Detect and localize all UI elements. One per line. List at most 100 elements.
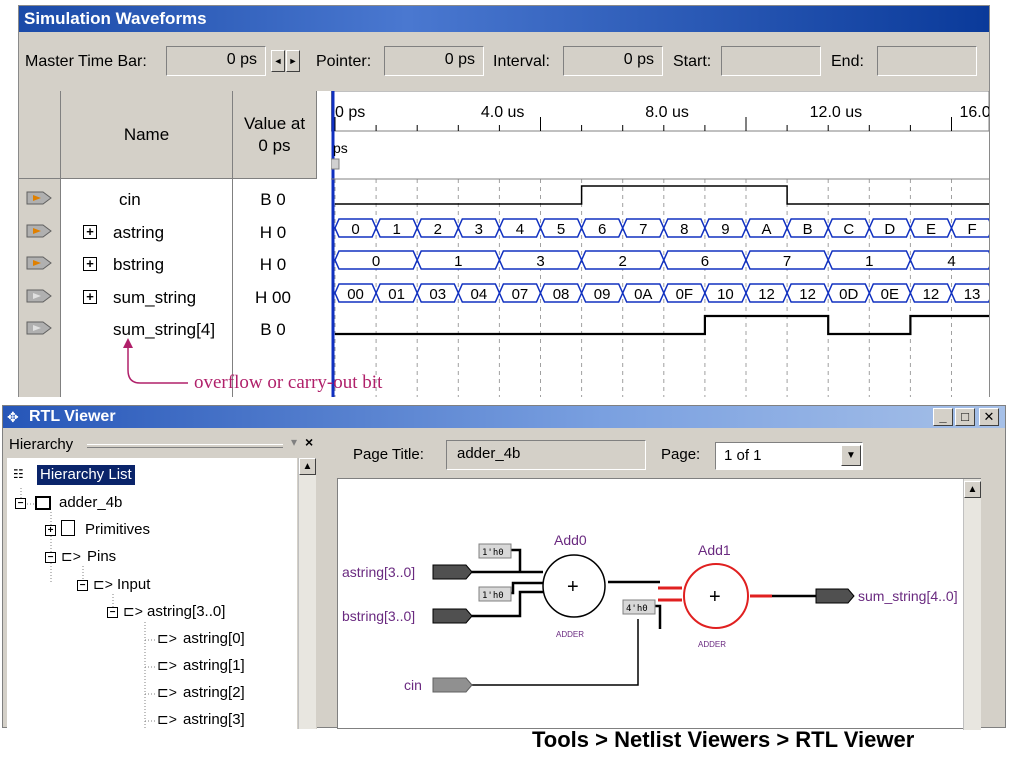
add0-plus-icon: + — [567, 576, 579, 598]
cursor-handle — [331, 158, 340, 170]
page-title-label: Page Title: — [353, 446, 424, 463]
tree-item-astring-3[interactable]: astring[3] — [183, 711, 245, 729]
pointer-field[interactable]: 0 ps — [384, 46, 484, 76]
schematic-scroll-up-button[interactable]: ▲ — [964, 481, 981, 498]
time-bar-right-button[interactable]: ► — [286, 50, 300, 72]
end-field[interactable] — [877, 46, 977, 76]
astring-net-label: astring[3..0] — [342, 564, 415, 580]
maximize-button[interactable]: □ — [955, 408, 975, 426]
add1-plus-icon: + — [709, 586, 721, 608]
const-label-c: 4'h0 — [626, 604, 648, 614]
tree-item-astring-0[interactable]: astring[0] — [183, 630, 245, 647]
signal-name[interactable]: sum_string — [113, 288, 196, 308]
sum-bus-value: 01 — [388, 286, 405, 303]
hierarchy-scrollbar[interactable]: ▲ — [298, 458, 316, 729]
add1-type-label: ADDER — [698, 640, 726, 649]
annotation-text: overflow or carry-out bit — [194, 372, 383, 393]
caption-text: Tools > Netlist Viewers > RTL Viewer — [532, 727, 915, 752]
page-dropdown-icon[interactable]: ▼ — [841, 445, 861, 466]
pin-icon: ⊏> — [157, 711, 177, 727]
sum-bus-value: 07 — [512, 286, 529, 303]
sum-bus-value: 00 — [347, 286, 364, 303]
sum-bus-value: 10 — [717, 286, 734, 303]
tree-item-hierarchy-list[interactable]: Hierarchy List — [37, 465, 135, 485]
bstring-bus-value: 7 — [783, 253, 791, 270]
value-header-line2: 0 ps — [258, 136, 291, 155]
rtl-viewer-window: RTL Viewer ✥ _ □ ✕ Hierarchy ▾ × ☷ Hiera… — [2, 405, 1006, 730]
tree-item-input[interactable]: Input — [117, 576, 150, 593]
value-column-header[interactable]: Value at 0 ps — [233, 91, 317, 179]
sum-output-pin[interactable] — [815, 588, 855, 604]
panel-menu-icon[interactable]: ▾ — [291, 435, 297, 449]
tree-item-pins[interactable]: Pins — [87, 548, 116, 565]
page-title-field[interactable]: adder_4b — [446, 440, 646, 470]
schematic-scrollbar[interactable]: ▲ — [963, 479, 981, 730]
cin-input-pin[interactable] — [432, 677, 473, 693]
sum-bus-value: 03 — [429, 286, 446, 303]
schematic-view[interactable]: 1'h0 1'h0 4'h0 astring[3..0] bstring[3..… — [337, 478, 982, 730]
signal-value: H 00 — [255, 287, 291, 307]
astring-input-pin[interactable] — [432, 564, 473, 580]
pin-icon: ⊏> — [157, 630, 177, 646]
pointer-label: Pointer: — [316, 53, 372, 70]
sum-bus-value: 0D — [839, 286, 858, 303]
tree-item-astring-bus[interactable]: astring[3..0] — [147, 603, 225, 620]
collapse-input-icon[interactable]: − — [77, 580, 88, 591]
sum-bus-value: 12 — [799, 286, 816, 303]
waveform-canvas[interactable]: 0 ps4.0 us8.0 us12.0 us16.0 usps01234567… — [331, 91, 989, 397]
const-label-b: 1'h0 — [482, 591, 504, 601]
bstring-input-pin[interactable] — [432, 608, 473, 624]
expand-bus-icon[interactable]: + — [83, 224, 97, 239]
astring-bus-value: 5 — [557, 221, 565, 238]
expand-primitives-icon[interactable]: + — [45, 525, 56, 536]
tree-item-adder-4b[interactable]: adder_4b — [59, 494, 122, 511]
astring-bus-value: 6 — [598, 221, 606, 238]
signal-name[interactable]: astring — [113, 223, 164, 243]
sim-title-bar: Simulation Waveforms — [19, 6, 989, 32]
collapse-astring-icon[interactable]: − — [107, 607, 118, 618]
primitives-icon — [61, 520, 75, 536]
astring-bus-value: 3 — [475, 221, 483, 238]
minimize-button[interactable]: _ — [933, 408, 953, 426]
tree-item-primitives[interactable]: Primitives — [85, 521, 150, 538]
rtl-window-icon: ✥ — [7, 409, 19, 425]
astring-bus-value: D — [884, 221, 895, 238]
signal-name[interactable]: bstring — [113, 255, 164, 275]
input-pin-icon — [25, 222, 53, 240]
collapse-pins-icon[interactable]: − — [45, 552, 56, 563]
add0-type-label: ADDER — [556, 630, 584, 639]
tree-item-astring-2[interactable]: astring[2] — [183, 684, 245, 701]
interval-field[interactable]: 0 ps — [563, 46, 663, 76]
panel-close-icon[interactable]: × — [305, 434, 313, 450]
schematic-canvas[interactable]: 1'h0 1'h0 4'h0 astring[3..0] bstring[3..… — [338, 479, 982, 730]
close-button[interactable]: ✕ — [979, 408, 999, 426]
bstring-bus-value: 3 — [536, 253, 544, 270]
bstring-net-label: bstring[3..0] — [342, 608, 415, 624]
name-column-header[interactable]: Name — [61, 91, 233, 179]
signal-name[interactable]: cin — [119, 190, 141, 210]
bstring-bus-value: 1 — [454, 253, 462, 270]
time-label: 4.0 us — [481, 104, 525, 121]
bstring-bus-value: 4 — [947, 253, 955, 270]
interval-label: Interval: — [493, 53, 550, 70]
hierarchy-tree: ☷ Hierarchy List − adder_4b + Primitives… — [7, 458, 297, 729]
astring-bus-value: 2 — [434, 221, 442, 238]
input-pins-icon: ⊏> — [93, 576, 113, 592]
tree-item-astring-1[interactable]: astring[1] — [183, 657, 245, 674]
time-label: 0 ps — [335, 104, 365, 121]
input-pin-icon — [25, 189, 53, 207]
expand-bus-icon[interactable]: + — [83, 257, 97, 271]
master-time-bar-field[interactable]: 0 ps — [166, 46, 266, 76]
hierarchy-list-icon: ☷ — [13, 467, 24, 481]
const-label-a: 1'h0 — [482, 548, 504, 558]
collapse-adder-icon[interactable]: − — [15, 498, 26, 509]
expand-bus-icon[interactable]: + — [83, 289, 97, 304]
scroll-up-button[interactable]: ▲ — [299, 458, 316, 475]
panel-grip[interactable] — [87, 444, 283, 448]
sum-bus-value: 12 — [923, 286, 940, 303]
astring-bus-value: 1 — [392, 221, 400, 238]
astring-bus-icon: ⊏> — [123, 603, 143, 619]
time-bar-left-button[interactable]: ◄ — [271, 50, 285, 72]
signal-value: H 0 — [259, 222, 287, 242]
start-field[interactable] — [721, 46, 821, 76]
